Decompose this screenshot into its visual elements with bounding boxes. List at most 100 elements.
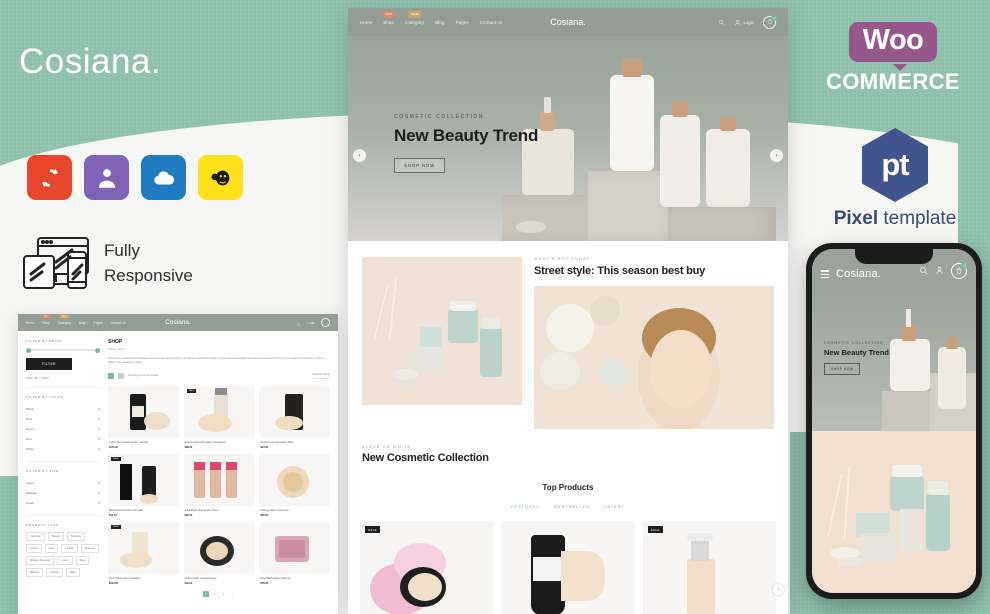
desktop-site-logo[interactable]: Cosiana. xyxy=(550,17,586,27)
cosmetic-collection-card[interactable] xyxy=(362,257,522,429)
product-tag[interactable]: Basic xyxy=(65,568,81,577)
sort-select[interactable]: Default sorting xyxy=(312,373,330,379)
product-tag[interactable]: Balance xyxy=(26,568,44,577)
laptop-nav-blog[interactable]: Blog xyxy=(79,321,85,325)
hero-next-arrow[interactable]: › xyxy=(770,149,783,162)
product-tag[interactable]: Mascara xyxy=(81,544,100,553)
page-button[interactable]: 2 xyxy=(212,591,218,597)
list-view-icon[interactable] xyxy=(118,372,124,379)
product-tag[interactable]: Beauty xyxy=(47,532,64,541)
product-tag[interactable]: Skincare xyxy=(66,532,85,541)
shop-product-item[interactable]: SALE Silver Shine Face Foundation $120.00 xyxy=(108,522,179,585)
laptop-cart-icon[interactable] xyxy=(321,318,330,327)
page-button[interactable]: 1 xyxy=(202,591,209,598)
shop-product-item[interactable]: Rose Blush Palette Shimmer $78.00 xyxy=(259,522,330,585)
laptop-badge-hot: HOT xyxy=(41,314,51,319)
product-tag[interactable]: Face xyxy=(44,544,59,553)
grid-view-icon[interactable] xyxy=(108,372,114,379)
nav-item-category[interactable]: NEW Category xyxy=(405,10,424,25)
filter-option-size[interactable]: Large 6 xyxy=(26,478,100,488)
shop-product-item[interactable]: Aqua Bright Orange Skin Serum $96.00 xyxy=(183,453,255,517)
product-price: $42.00 xyxy=(109,514,117,517)
color-label: Black xyxy=(26,407,34,411)
laptop-nav-label: Category xyxy=(57,320,71,325)
nav-item-shop[interactable]: HOT Shop xyxy=(382,10,396,25)
cloud-icon[interactable] xyxy=(141,155,186,200)
search-icon[interactable] xyxy=(718,13,725,31)
products-next-arrow[interactable]: › xyxy=(773,584,784,595)
laptop-site-logo[interactable]: Cosiana. xyxy=(165,319,191,326)
laptop-nav-category[interactable]: NEW Category xyxy=(57,314,71,325)
filter-option-color[interactable]: Red 5 xyxy=(26,434,100,444)
phone-hero-button[interactable]: SHOP NOW xyxy=(824,363,861,375)
product-card[interactable] xyxy=(501,521,635,614)
filter-option-size[interactable]: Medium 4 xyxy=(26,488,100,498)
shop-product-item[interactable]: SALE Black Mascara Volume Fix Lash $42.00 xyxy=(108,453,179,517)
laptop-nav-pages[interactable]: Pages xyxy=(93,321,102,325)
price-range-slider[interactable] xyxy=(26,347,100,353)
shop-product-grid: Coffee Skin Smooth Cream - Wonder $170.00… xyxy=(108,385,330,585)
product-tag[interactable]: Lashes xyxy=(46,568,63,577)
product-tag[interactable]: Bags xyxy=(75,556,90,565)
laptop-nav-shop[interactable]: HOT Shop xyxy=(41,314,51,325)
nav-item-home[interactable]: Home xyxy=(360,20,372,25)
size-label: Large xyxy=(26,481,34,485)
product-card[interactable]: SALE xyxy=(642,521,776,614)
phone-cart-icon[interactable]: 0 xyxy=(951,262,968,279)
product-image xyxy=(259,522,330,574)
filter-option-color[interactable]: Black 4 xyxy=(26,404,100,414)
shop-product-item[interactable]: Glowing Water Cream Day $58.00 xyxy=(259,453,330,517)
laptop-nav-home[interactable]: Home xyxy=(26,321,35,325)
product-tag[interactable]: Lotion xyxy=(57,556,73,565)
laptop-nav-contact[interactable]: Contact us xyxy=(110,321,125,325)
page-button[interactable]: 3 xyxy=(221,591,227,597)
filter-option-color[interactable]: Green 2 xyxy=(26,424,100,434)
product-card[interactable]: SALE xyxy=(360,521,494,614)
product-tag[interactable]: Lipstick xyxy=(61,544,79,553)
product-tag[interactable]: Cosmetic xyxy=(26,532,45,541)
tab-latest[interactable]: LATEST xyxy=(604,504,625,509)
product-tag[interactable]: Aroma xyxy=(26,544,42,553)
woo-bubble-text: Woo xyxy=(848,22,938,71)
collection-title: New Cosmetic Collection xyxy=(362,452,489,464)
filter-option-color[interactable]: White 3 xyxy=(26,444,100,454)
phone-cart-badge: 0 xyxy=(961,262,968,269)
laptop-search-icon[interactable] xyxy=(296,314,301,332)
nav-item-blog[interactable]: Blog xyxy=(435,20,444,25)
product-tag[interactable]: Makeup Remover xyxy=(26,556,55,565)
product-name: Silver Shine Face Foundation xyxy=(109,577,141,580)
nav-item-contact[interactable]: Contact us xyxy=(480,20,503,25)
phone-mockup: Cosiana. 0 COSMETIC COLLECTION New Beaut… xyxy=(806,243,982,599)
hamburger-menu-icon[interactable] xyxy=(821,270,829,280)
plugin-icon-row xyxy=(27,155,243,200)
top-products-title: Top Products xyxy=(542,483,594,492)
phone-site-logo[interactable]: Cosiana. xyxy=(836,268,881,280)
tab-bestseller[interactable]: BESTSELLER xyxy=(554,504,590,509)
shop-product-item[interactable]: SALE Essence Blend Oil Ladies' Complexio… xyxy=(183,385,255,449)
product-name: Coffee Skin Smooth Cream - Wonder xyxy=(109,440,149,444)
shop-product-item[interactable]: Matte Powder Compact Beige $49.00 xyxy=(183,522,255,585)
filter-option-color[interactable]: Blue 3 xyxy=(26,414,100,424)
page-next-button[interactable]: › xyxy=(230,591,236,597)
mailchimp-icon[interactable] xyxy=(198,155,243,200)
nav-item-pages[interactable]: Pages xyxy=(456,20,469,25)
cart-icon[interactable]: 0 xyxy=(763,14,777,29)
tab-featured[interactable]: FEATURED xyxy=(511,504,540,509)
product-name: Essence Blend Oil Ladies' Complexion xyxy=(184,440,226,444)
shop-product-item[interactable]: Coffee Skin Smooth Cream - Wonder $170.00 xyxy=(108,385,179,449)
hero-prev-arrow[interactable]: ‹ xyxy=(353,149,366,162)
login-button[interactable]: Login xyxy=(734,19,754,26)
laptop-login-button[interactable]: Login xyxy=(307,321,315,325)
customer-support-icon[interactable] xyxy=(84,155,129,200)
color-count: 5 xyxy=(98,437,100,441)
blog-card[interactable]: WHAT'S HOT TODAY Street style: This seas… xyxy=(534,257,774,429)
phone-search-icon[interactable] xyxy=(919,262,928,280)
filter-option-size[interactable]: Small 2 xyxy=(26,498,100,508)
hero-shop-now-button[interactable]: SHOP NOW xyxy=(394,158,446,173)
filter-button[interactable]: FILTER xyxy=(26,358,72,370)
filter-size-title: FILTER BY SIZE xyxy=(26,469,59,473)
shop-product-item[interactable]: Smooth Luxe Foundation Matte $64.00 xyxy=(259,385,330,449)
revolution-slider-icon[interactable] xyxy=(27,155,72,200)
sale-badge: SALE xyxy=(365,526,380,533)
phone-user-icon[interactable] xyxy=(935,262,944,280)
